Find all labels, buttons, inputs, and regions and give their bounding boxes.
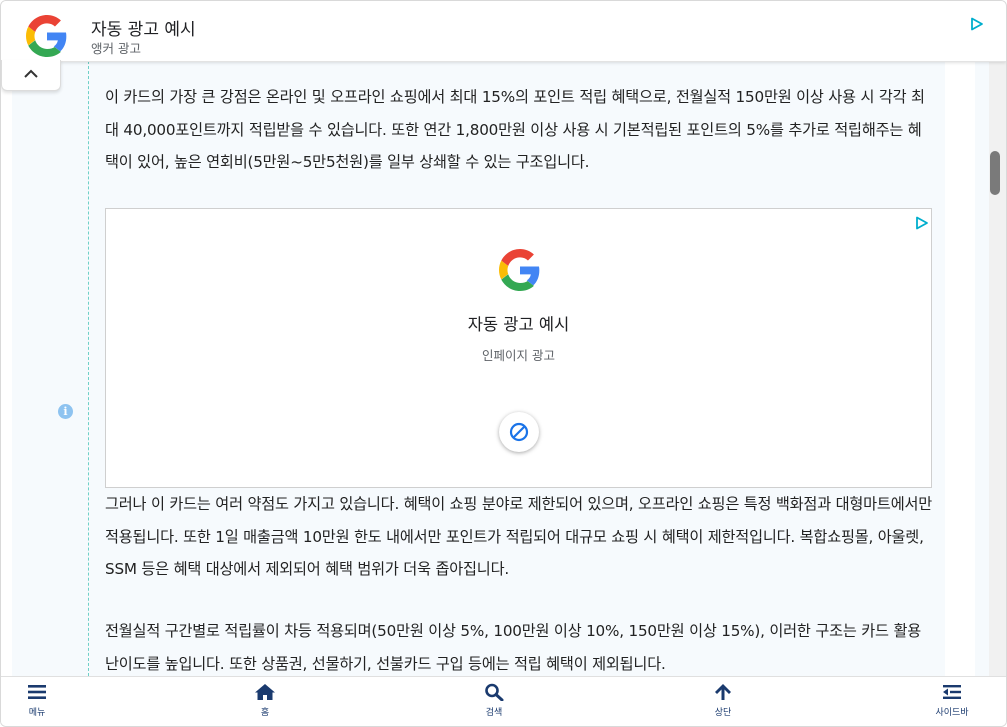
- anchor-ad[interactable]: 자동 광고 예시 앵커 광고: [1, 1, 1006, 62]
- article-paragraph-2: 그러나 이 카드는 여러 약점도 가지고 있습니다. 혜택이 쇼핑 분야로 제한…: [105, 495, 933, 578]
- nav-search[interactable]: 검색: [464, 677, 524, 726]
- nav-top-label: 상단: [714, 708, 732, 718]
- google-logo-icon: [26, 15, 67, 57]
- article-paragraph-3: 전월실적 구간별로 적립률이 차등 적용되며(50만원 이상 5%, 100만원…: [105, 622, 921, 673]
- inpage-ad-title: 자동 광고 예시: [467, 315, 570, 334]
- inpage-ad[interactable]: 자동 광고 예시 인페이지 광고: [105, 208, 932, 488]
- menu-icon: [28, 685, 46, 699]
- home-icon: [255, 684, 275, 700]
- block-icon: [509, 422, 529, 442]
- google-logo-icon: [499, 249, 540, 291]
- anchor-ad-title: 자동 광고 예시: [91, 20, 196, 40]
- collapse-anchor-button[interactable]: [1, 60, 61, 91]
- nav-home[interactable]: 홈: [235, 677, 295, 726]
- nav-search-label: 검색: [485, 708, 503, 718]
- adchoices-icon[interactable]: [970, 17, 984, 31]
- nav-menu-label: 메뉴: [28, 708, 46, 718]
- scrollbar-thumb[interactable]: [990, 151, 1000, 195]
- nav-home-label: 홈: [260, 708, 270, 718]
- article-area: i 이 카드의 가장 큰 강점은 온라인 및 오프라인 쇼핑에서 최대 15%의…: [1, 61, 989, 676]
- anchor-ad-subtitle: 앵커 광고: [91, 41, 141, 56]
- nav-menu[interactable]: 메뉴: [7, 677, 67, 726]
- bottom-nav: 메뉴 홈 검색 상단 사이드바: [1, 676, 1006, 726]
- article-paragraph-1: 이 카드의 가장 큰 강점은 온라인 및 오프라인 쇼핑에서 최대 15%의 포…: [105, 88, 925, 171]
- info-icon[interactable]: i: [58, 404, 73, 419]
- chevron-up-icon: [24, 69, 38, 78]
- content-divider: [88, 61, 89, 676]
- browser-frame: i 이 카드의 가장 큰 강점은 온라인 및 오프라인 쇼핑에서 최대 15%의…: [0, 0, 1007, 727]
- sidebar-icon: [943, 685, 961, 699]
- search-icon: [485, 683, 504, 701]
- nav-sidebar[interactable]: 사이드바: [922, 677, 982, 726]
- block-ad-button[interactable]: [499, 412, 539, 452]
- inpage-ad-subtitle: 인페이지 광고: [482, 348, 555, 363]
- arrow-up-icon: [715, 684, 731, 700]
- adchoices-icon[interactable]: [915, 216, 929, 230]
- nav-sidebar-label: 사이드바: [935, 708, 969, 718]
- nav-top[interactable]: 상단: [693, 677, 753, 726]
